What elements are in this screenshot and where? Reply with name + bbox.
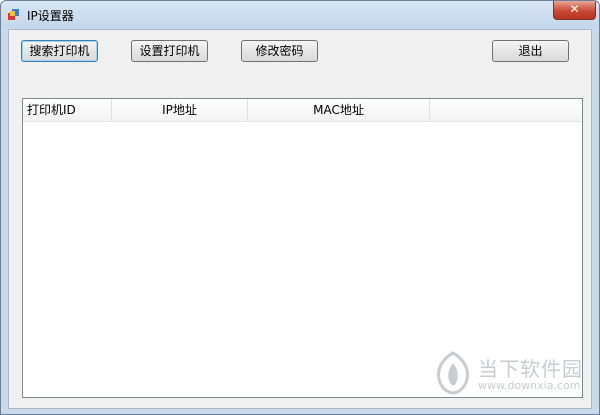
column-header-printer-id[interactable]: 打印机ID [23, 99, 112, 121]
close-button[interactable]: ✕ [553, 1, 596, 20]
watermark-brand: 当下软件园 [478, 357, 583, 381]
column-header-mac-address[interactable]: MAC地址 [248, 99, 430, 121]
watermark: 当下软件园 www.downxia.com [434, 349, 584, 401]
change-password-button[interactable]: 修改密码 [241, 40, 318, 62]
list-header: 打印机ID IP地址 MAC地址 [23, 99, 582, 122]
search-printer-button[interactable]: 搜索打印机 [21, 40, 98, 62]
column-header-ip-address[interactable]: IP地址 [112, 99, 248, 121]
window-title: IP设置器 [27, 9, 74, 23]
printer-app-icon [8, 9, 19, 20]
title-bar[interactable]: IP设置器 ✕ [1, 1, 599, 28]
downxia-logo-icon [437, 351, 469, 395]
app-window: IP设置器 ✕ 搜索打印机 设置打印机 修改密码 退出 打印机ID IP地址 M… [0, 0, 600, 415]
exit-button[interactable]: 退出 [492, 40, 569, 62]
set-printer-button[interactable]: 设置打印机 [131, 40, 208, 62]
watermark-url: www.downxia.com [478, 379, 581, 392]
